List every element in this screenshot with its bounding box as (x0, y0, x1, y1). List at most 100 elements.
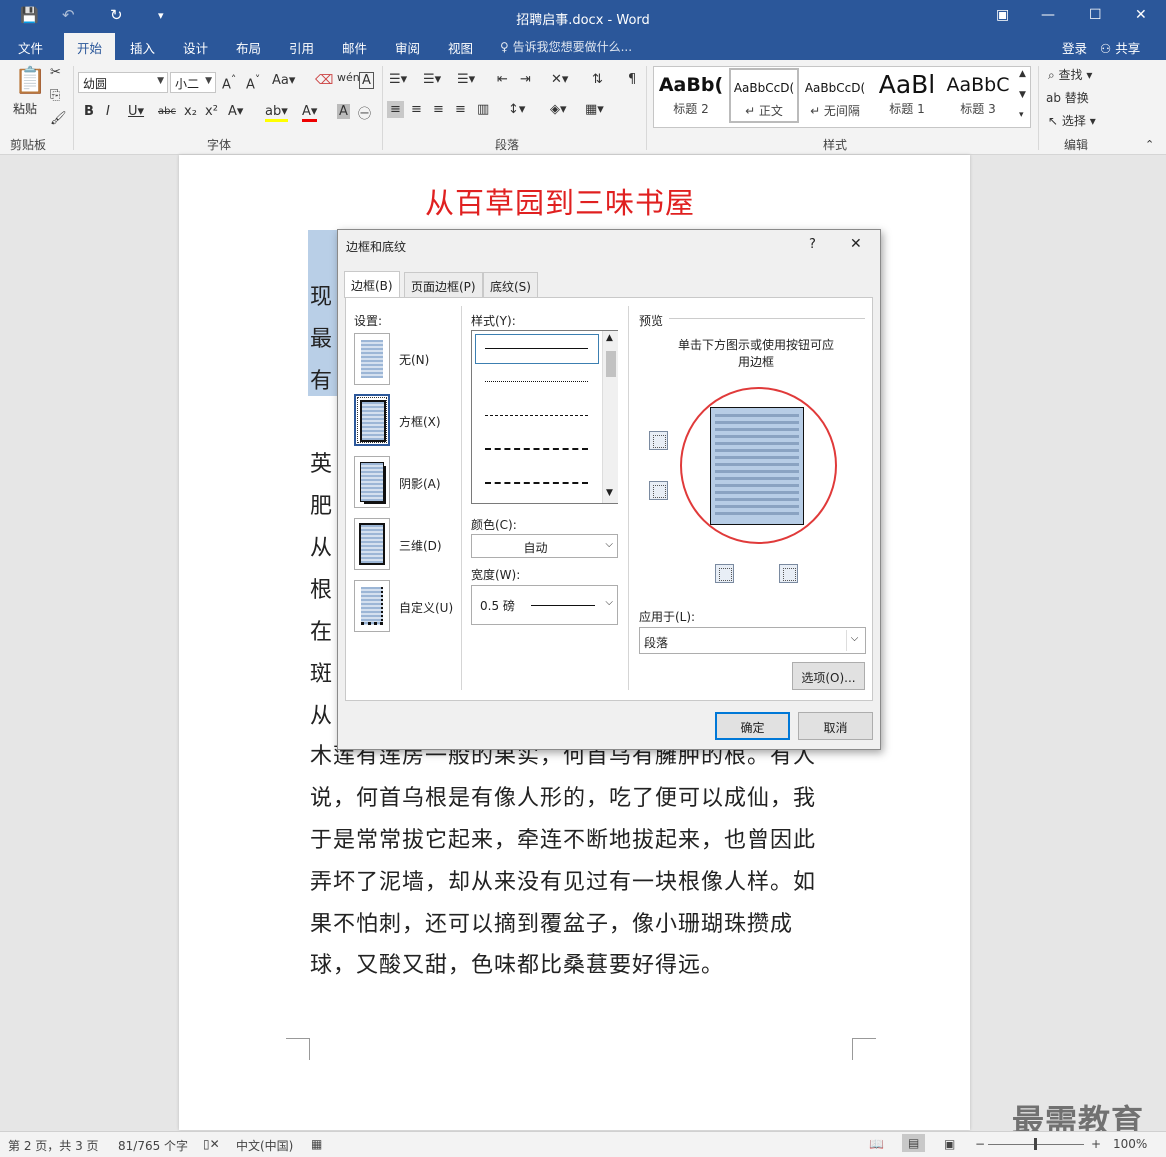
tab-home[interactable]: 开始 (64, 33, 116, 60)
shrink-font-icon[interactable]: A˅ (246, 73, 260, 92)
bullets-icon[interactable]: ☰▾ (389, 72, 407, 87)
grow-font-icon[interactable]: A˄ (222, 73, 236, 92)
underline-button[interactable]: U▾ (128, 104, 144, 119)
tab-view[interactable]: 视图 (448, 38, 473, 57)
setting-3d[interactable] (354, 518, 390, 570)
multilevel-list-icon[interactable]: ☰▾ (457, 72, 475, 87)
style-heading2[interactable]: AaBb(标题 2 (656, 68, 726, 123)
align-right-button[interactable]: ≡ (433, 102, 444, 117)
zoom-level[interactable]: 100% (1113, 1137, 1147, 1151)
setting-label[interactable]: 阴影(A) (399, 475, 441, 492)
macro-icon[interactable]: ▦ (311, 1137, 322, 1151)
line-style-scrollbar[interactable]: ▲ ▼ (602, 331, 618, 503)
styles-scroll-down-icon[interactable]: ▼ (1019, 90, 1026, 100)
setting-label[interactable]: 方框(X) (399, 413, 441, 430)
asian-layout-icon[interactable]: ✕▾ (551, 72, 568, 87)
font-color-icon[interactable]: A▾ (302, 104, 318, 122)
line-style-list[interactable]: ▲ ▼ (471, 330, 618, 504)
zoom-out-icon[interactable]: − (975, 1137, 985, 1151)
tab-borders[interactable]: 边框(B) (344, 271, 400, 298)
language-indicator[interactable]: 中文(中国) (236, 1137, 293, 1154)
style-no-spacing[interactable]: AaBbCcD(↵ 无间隔 (800, 68, 870, 123)
select-button[interactable]: ↖ 选择 ▾ (1048, 112, 1096, 129)
read-mode-icon[interactable]: 📖 (869, 1137, 884, 1151)
phonetic-guide-icon[interactable]: wén (337, 71, 360, 84)
top-border-button[interactable] (649, 431, 668, 450)
ok-button[interactable]: 确定 (715, 712, 790, 740)
line-style-dotted[interactable] (485, 381, 588, 382)
styles-more-icon[interactable]: ▾ (1019, 110, 1024, 120)
setting-custom[interactable] (354, 580, 390, 632)
strikethrough-button[interactable]: abc (158, 106, 176, 117)
options-button[interactable]: 选项(O)... (792, 662, 865, 690)
sort-icon[interactable]: ⇅ (592, 72, 603, 87)
line-spacing-icon[interactable]: ↕▾ (508, 102, 525, 117)
subscript-button[interactable]: x₂ (184, 104, 197, 119)
tab-insert[interactable]: 插入 (130, 38, 155, 57)
cancel-button[interactable]: 取消 (798, 712, 873, 740)
font-size-combo[interactable]: 小二 ▼ (170, 72, 216, 93)
italic-button[interactable]: I (106, 104, 110, 119)
tab-layout[interactable]: 布局 (236, 38, 261, 57)
clear-format-icon[interactable]: ⌫ (315, 73, 333, 88)
find-button[interactable]: ⌕ 查找 ▾ (1048, 66, 1092, 83)
change-case-icon[interactable]: Aa▾ (272, 73, 295, 88)
proofing-icon[interactable]: ▯✕ (203, 1137, 220, 1151)
styles-scroll-up-icon[interactable]: ▲ (1019, 69, 1026, 79)
line-style-selected[interactable] (475, 334, 599, 364)
font-name-combo[interactable]: 幼圆 ▼ (78, 72, 168, 93)
style-heading1[interactable]: AaBl 标题 1 (872, 68, 942, 123)
superscript-button[interactable]: x² (205, 104, 218, 119)
help-button[interactable]: ? (809, 237, 816, 252)
word-count[interactable]: 81/765 个字 (118, 1137, 188, 1154)
tab-page-border[interactable]: 页面边框(P) (404, 272, 483, 297)
paste-icon[interactable]: 📋 (14, 66, 46, 96)
ribbon-display-icon[interactable]: ▣ (996, 7, 1009, 23)
print-layout-icon[interactable]: ▤ (902, 1134, 926, 1152)
tab-review[interactable]: 审阅 (395, 38, 420, 57)
cut-icon[interactable]: ✂ (50, 65, 61, 80)
align-center-button[interactable]: ≡ (411, 102, 422, 117)
scroll-thumb[interactable] (606, 351, 616, 377)
tell-me-box[interactable]: ♀ 告诉我您想要做什么... (500, 38, 632, 55)
tab-shading[interactable]: 底纹(S) (483, 272, 538, 297)
minimize-icon[interactable]: — (1041, 7, 1055, 23)
setting-box[interactable] (354, 394, 390, 446)
line-style-solid[interactable] (485, 348, 588, 349)
apply-to-dropdown[interactable]: 段落 ⌵ (639, 627, 866, 654)
tab-references[interactable]: 引用 (289, 38, 314, 57)
tab-mailings[interactable]: 邮件 (342, 38, 367, 57)
page-count[interactable]: 第 2 页，共 3 页 (8, 1137, 99, 1154)
char-border-icon[interactable]: A (359, 72, 374, 89)
bottom-border-button[interactable] (649, 481, 668, 500)
text-effects-icon[interactable]: A▾ (228, 104, 243, 119)
close-icon[interactable]: ✕ (1135, 7, 1147, 23)
bold-button[interactable]: B (84, 104, 94, 119)
style-normal[interactable]: AaBbCcD(↵ 正文 (729, 68, 799, 123)
share-button[interactable]: ⚇ 共享 (1100, 38, 1140, 57)
setting-label[interactable]: 三维(D) (399, 537, 442, 554)
format-painter-icon[interactable]: 🖌 (50, 111, 67, 126)
borders-icon[interactable]: ▦▾ (585, 102, 604, 117)
scroll-down-icon[interactable]: ▼ (606, 488, 613, 498)
color-dropdown[interactable]: 自动 ⌵ (471, 534, 618, 558)
distribute-button[interactable]: ▥ (477, 102, 489, 117)
zoom-in-icon[interactable]: + (1091, 1137, 1101, 1151)
collapse-ribbon-icon[interactable]: ⌃ (1145, 138, 1154, 151)
setting-shadow[interactable] (354, 456, 390, 508)
show-marks-icon[interactable]: ¶ (628, 72, 636, 87)
dialog-close-button[interactable]: ✕ (850, 236, 862, 252)
setting-none[interactable] (354, 333, 390, 385)
left-border-button[interactable] (715, 564, 734, 583)
login-link[interactable]: 登录 (1062, 38, 1087, 57)
shading-icon[interactable]: ◈▾ (550, 102, 567, 117)
justify-button[interactable]: ≡ (455, 102, 466, 117)
tab-file[interactable]: 文件 (18, 38, 43, 57)
align-left-button[interactable]: ≡ (387, 101, 404, 118)
increase-indent-icon[interactable]: ⇥ (520, 72, 531, 87)
numbering-icon[interactable]: ☰▾ (423, 72, 441, 87)
char-shading-icon[interactable]: A (337, 104, 350, 119)
line-style-dashed[interactable] (485, 415, 588, 416)
scroll-up-icon[interactable]: ▲ (606, 333, 613, 343)
decrease-indent-icon[interactable]: ⇤ (497, 72, 508, 87)
